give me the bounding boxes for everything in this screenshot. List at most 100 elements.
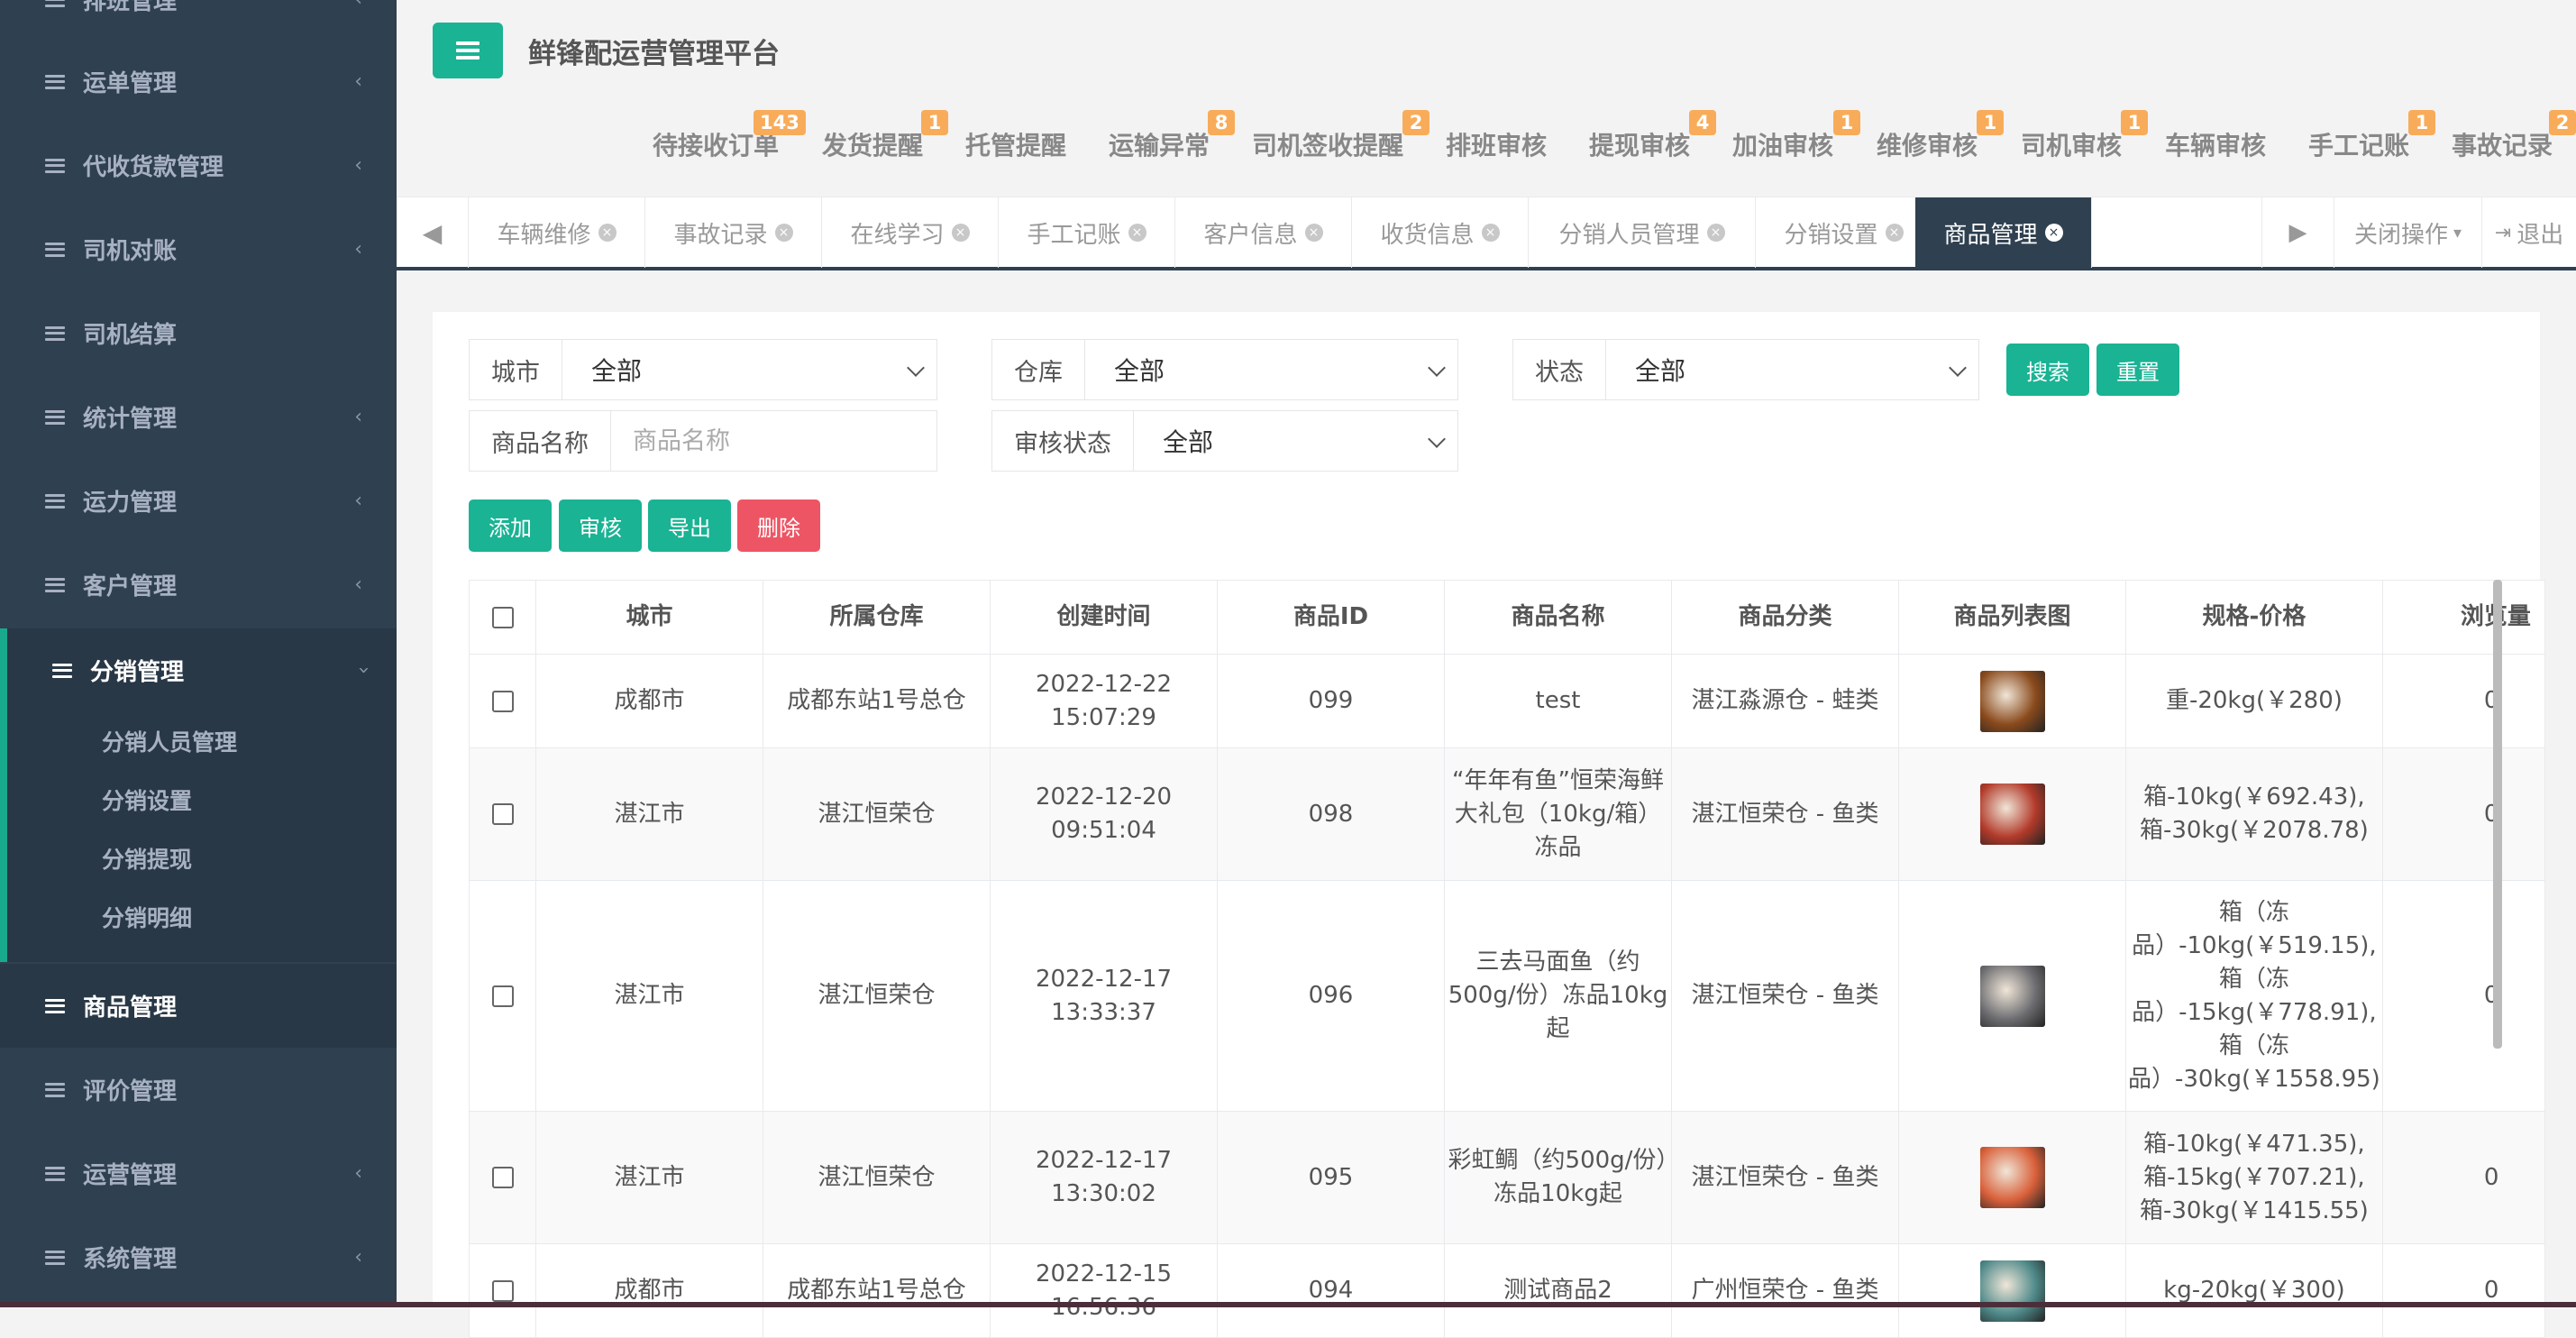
notif-accident-record[interactable]: 事故记录 bbox=[2452, 126, 2553, 162]
status-filter[interactable]: 状态 全部 bbox=[1512, 339, 1979, 400]
close-operations-dropdown[interactable]: 关闭操作 ▾ bbox=[2334, 197, 2481, 268]
table-row[interactable]: 成都市 成都东站1号总仓 2022-12-15 16:56:36 094 测试商… bbox=[469, 1243, 2545, 1338]
tab-customer-info[interactable]: 客户信息 × bbox=[1175, 197, 1352, 268]
sidebar-item-driver-reconcile[interactable]: 司机对账 ‹ bbox=[0, 207, 397, 291]
notif-fuel-audit[interactable]: 加油审核 bbox=[1732, 126, 1833, 162]
column-header[interactable]: 城市 bbox=[535, 580, 763, 655]
notif-transport-exception[interactable]: 运输异常 bbox=[1109, 126, 1210, 162]
tabs-scroll-right-button[interactable]: ▶ bbox=[2261, 197, 2334, 268]
reset-button[interactable]: 重置 bbox=[2096, 344, 2179, 396]
row-checkbox[interactable] bbox=[491, 1279, 514, 1302]
column-header[interactable]: 商品分类 bbox=[1671, 580, 1899, 655]
notif-schedule-audit[interactable]: 排班审核 bbox=[1446, 126, 1547, 162]
column-header[interactable]: 所属仓库 bbox=[763, 580, 991, 655]
audit-status-select[interactable]: 全部 bbox=[1134, 411, 1457, 471]
notif-vehicle-audit[interactable]: 车辆审核 bbox=[2165, 126, 2266, 162]
table-row[interactable]: 湛江市 湛江恒荣仓 2022-12-17 13:33:37 096 三去马面鱼（… bbox=[469, 880, 2545, 1112]
sidebar-item-scheduling[interactable]: 排班管理 ‹ bbox=[0, 0, 397, 41]
column-header[interactable]: 规格-价格 bbox=[2125, 580, 2383, 655]
sidebar-item-stats[interactable]: 统计管理 ‹ bbox=[0, 375, 397, 459]
sidebar-item-distribution[interactable]: 分销管理 ‹ bbox=[0, 628, 397, 712]
delete-button[interactable]: 删除 bbox=[737, 499, 820, 552]
close-icon[interactable]: × bbox=[1706, 224, 1725, 242]
notif-shipping-reminder[interactable]: 发货提醒 bbox=[822, 126, 923, 162]
export-button[interactable]: 导出 bbox=[648, 499, 731, 552]
product-thumbnail[interactable] bbox=[1979, 670, 2045, 732]
select-all-checkbox[interactable] bbox=[491, 606, 514, 628]
product-thumbnail[interactable] bbox=[1979, 784, 2045, 845]
menu-icon bbox=[45, 242, 65, 257]
column-header[interactable]: 浏览量 bbox=[2381, 580, 2545, 655]
warehouse-filter[interactable]: 仓库 全部 bbox=[991, 339, 1458, 400]
close-icon[interactable]: × bbox=[2044, 224, 2063, 242]
close-icon[interactable]: × bbox=[774, 224, 793, 242]
audit-status-filter[interactable]: 审核状态 全部 bbox=[991, 410, 1458, 472]
notif-badge: 1 bbox=[921, 110, 948, 135]
notif-withdraw-audit[interactable]: 提现审核 bbox=[1589, 126, 1690, 162]
product-name-filter[interactable]: 商品名称 bbox=[469, 410, 937, 472]
city-select[interactable]: 全部 bbox=[562, 340, 936, 399]
menu-icon bbox=[45, 1082, 65, 1097]
tab-manual-accounting[interactable]: 手工记账 × bbox=[999, 197, 1175, 268]
sidebar-item-operations[interactable]: 运营管理 ‹ bbox=[0, 1132, 397, 1215]
product-thumbnail[interactable] bbox=[1979, 965, 2045, 1027]
sidebar-item-customer[interactable]: 客户管理 ‹ bbox=[0, 543, 397, 627]
audit-button[interactable]: 审核 bbox=[559, 499, 642, 552]
close-icon[interactable]: × bbox=[1304, 224, 1323, 242]
tab-accident-record[interactable]: 事故记录 × bbox=[645, 197, 822, 268]
notif-manual-accounting[interactable]: 手工记账 bbox=[2308, 126, 2409, 162]
column-header[interactable]: 创建时间 bbox=[990, 580, 1218, 655]
column-header[interactable]: 商品名称 bbox=[1444, 580, 1672, 655]
sidebar-item-reviews[interactable]: 评价管理 bbox=[0, 1048, 397, 1132]
table-scrollbar[interactable] bbox=[2493, 580, 2502, 1049]
sidebar-item-system[interactable]: 系统管理 ‹ bbox=[0, 1215, 397, 1299]
sidebar-item-waybill[interactable]: 运单管理 ‹ bbox=[0, 40, 397, 124]
close-icon[interactable]: × bbox=[1128, 224, 1146, 242]
row-checkbox[interactable] bbox=[491, 1167, 514, 1188]
product-thumbnail[interactable] bbox=[1979, 1260, 2045, 1322]
logout-button[interactable]: ⇥ 退出 bbox=[2481, 197, 2576, 268]
column-header[interactable]: 商品列表图 bbox=[1898, 580, 2126, 655]
sidebar-sub-distribution-withdraw[interactable]: 分销提现 bbox=[102, 842, 192, 875]
sidebar-sub-distributor-mgmt[interactable]: 分销人员管理 bbox=[102, 725, 237, 757]
notif-custody-reminder[interactable]: 托管提醒 bbox=[965, 126, 1066, 162]
sidebar-sub-distribution-detail[interactable]: 分销明细 bbox=[102, 901, 192, 933]
tab-distributor-mgmt[interactable]: 分销人员管理 × bbox=[1529, 197, 1756, 268]
tabs-scroll-left-button[interactable]: ◀ bbox=[397, 197, 469, 268]
sidebar-item-cod[interactable]: 代收货款管理 ‹ bbox=[0, 124, 397, 207]
close-icon[interactable]: × bbox=[1885, 224, 1904, 242]
row-checkbox[interactable] bbox=[491, 803, 514, 825]
notif-driver-signoff[interactable]: 司机签收提醒 bbox=[1252, 126, 1403, 162]
menu-icon bbox=[45, 1166, 65, 1181]
tab-receiving-info[interactable]: 收货信息 × bbox=[1352, 197, 1529, 268]
row-checkbox[interactable] bbox=[491, 690, 514, 712]
product-thumbnail[interactable] bbox=[1979, 1147, 2045, 1208]
search-button[interactable]: 搜索 bbox=[2006, 344, 2089, 396]
column-header[interactable]: 商品ID bbox=[1217, 580, 1445, 655]
tab-online-learning[interactable]: 在线学习 × bbox=[822, 197, 999, 268]
status-select[interactable]: 全部 bbox=[1606, 340, 1978, 399]
warehouse-select[interactable]: 全部 bbox=[1085, 340, 1457, 399]
table-row[interactable]: 湛江市 湛江恒荣仓 2022-12-20 09:51:04 098 “年年有鱼”… bbox=[469, 747, 2545, 881]
menu-icon bbox=[45, 158, 65, 173]
tab-product-mgmt[interactable]: 商品管理 × bbox=[1915, 197, 2092, 268]
close-icon[interactable]: × bbox=[598, 224, 617, 242]
row-checkbox[interactable] bbox=[491, 985, 514, 1007]
sidebar-item-products[interactable]: 商品管理 bbox=[0, 964, 397, 1048]
close-icon[interactable]: × bbox=[951, 224, 970, 242]
table-row[interactable]: 湛江市 湛江恒荣仓 2022-12-17 13:30:02 095 彩虹鲷（约5… bbox=[469, 1111, 2545, 1244]
sidebar-item-driver-settle[interactable]: 司机结算 bbox=[0, 291, 397, 375]
close-icon[interactable]: × bbox=[1481, 224, 1500, 242]
product-name-input[interactable] bbox=[633, 411, 936, 471]
sidebar-item-capacity[interactable]: 运力管理 ‹ bbox=[0, 459, 397, 543]
tab-vehicle-repair[interactable]: 车辆维修 × bbox=[469, 197, 645, 268]
sidebar: 排班管理 ‹ 运单管理 ‹ 代收货款管理 ‹ 司机对账 ‹ 司机结算 统计管理 … bbox=[0, 0, 397, 1307]
add-button[interactable]: 添加 bbox=[469, 499, 552, 552]
sidebar-toggle-button[interactable] bbox=[433, 23, 503, 78]
city-filter[interactable]: 城市 全部 bbox=[469, 339, 937, 400]
sidebar-sub-distribution-settings[interactable]: 分销设置 bbox=[102, 784, 192, 816]
notif-driver-audit[interactable]: 司机审核 bbox=[2021, 126, 2122, 162]
table-row[interactable]: 成都市 成都东站1号总仓 2022-12-22 15:07:29 099 tes… bbox=[469, 654, 2545, 748]
notif-repair-audit[interactable]: 维修审核 bbox=[1877, 126, 1978, 162]
tab-distribution-settings[interactable]: 分销设置 × bbox=[1756, 197, 1932, 268]
